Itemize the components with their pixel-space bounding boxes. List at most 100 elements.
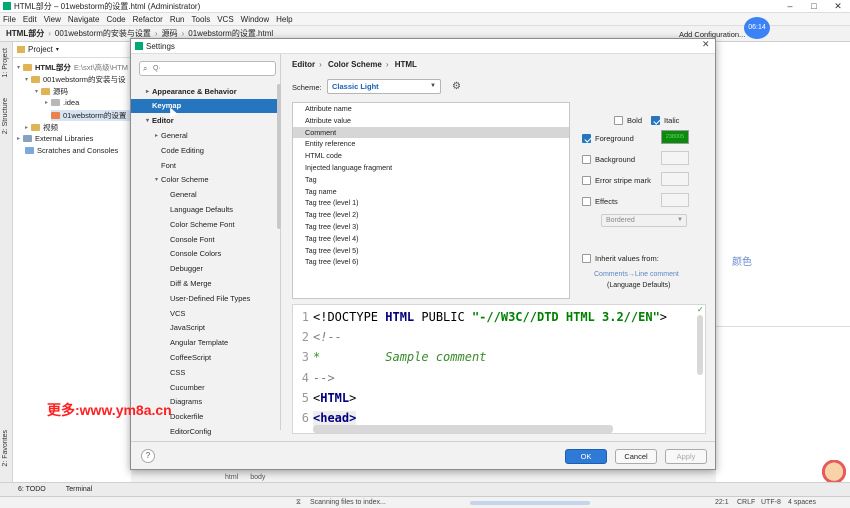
settings-nav-item[interactable]: General xyxy=(131,188,277,202)
chevron-right-icon[interactable]: ▸ xyxy=(143,88,152,95)
scheme-select[interactable]: Classic Light ▼ xyxy=(327,79,441,94)
inherit-link[interactable]: Comments→Line comment xyxy=(594,271,679,278)
foreground-color-swatch[interactable]: 238005 xyxy=(661,130,689,144)
menu-navigate[interactable]: Navigate xyxy=(68,15,100,24)
settings-nav-item[interactable]: Console Font xyxy=(131,232,277,246)
menu-edit[interactable]: Edit xyxy=(23,15,37,24)
editor-crumb-body[interactable]: body xyxy=(250,474,265,481)
settings-nav-item[interactable]: Language Defaults xyxy=(131,202,277,216)
menu-file[interactable]: File xyxy=(3,15,16,24)
menu-run[interactable]: Run xyxy=(170,15,185,24)
attribute-row[interactable]: Tag tree (level 3) xyxy=(293,221,569,233)
sidebar-scrollbar[interactable] xyxy=(277,84,281,229)
menu-tools[interactable]: Tools xyxy=(192,15,211,24)
tree-item-folder[interactable]: ▾ 001webstorm的安装与设 xyxy=(25,74,126,85)
attribute-row[interactable]: Tag tree (level 5) xyxy=(293,245,569,257)
tree-item-file[interactable]: 01webstorm的设置 xyxy=(51,110,131,121)
attribute-row[interactable]: Attribute name xyxy=(293,103,569,115)
italic-checkbox[interactable] xyxy=(651,116,660,125)
settings-nav-item[interactable]: CoffeeScript xyxy=(131,350,277,364)
attribute-row[interactable]: Tag tree (level 1) xyxy=(293,197,569,209)
project-panel-header[interactable]: Project ▾ xyxy=(13,42,131,58)
inherit-checkbox[interactable] xyxy=(582,254,591,263)
settings-nav-item[interactable]: Debugger xyxy=(131,262,277,276)
close-icon[interactable]: ✕ xyxy=(702,39,710,50)
chevron-down-icon[interactable]: ▾ xyxy=(56,46,59,53)
status-line-separator[interactable]: CRLF xyxy=(737,499,755,506)
menu-vcs[interactable]: VCS xyxy=(217,15,233,24)
chevron-right-icon[interactable]: ▸ xyxy=(152,132,161,139)
settings-nav-item[interactable]: Console Colors xyxy=(131,247,277,261)
maximize-icon[interactable]: □ xyxy=(802,0,826,13)
tree-item-libraries[interactable]: ▸ External Libraries xyxy=(17,134,93,143)
tree-item-video[interactable]: ▸ 视频 xyxy=(25,122,58,133)
attribute-row[interactable]: HTML code xyxy=(293,150,569,162)
settings-nav-item[interactable]: JavaScript xyxy=(131,321,277,335)
terminal-tab[interactable]: Terminal xyxy=(66,486,92,493)
project-tool-tab[interactable]: 1: Project xyxy=(2,48,9,78)
preview-horizontal-scrollbar[interactable] xyxy=(313,425,613,433)
settings-nav-item[interactable]: Angular Template xyxy=(131,336,277,350)
effect-type-select[interactable]: Bordered ▼ xyxy=(601,214,687,227)
settings-nav-item[interactable]: Code Editing xyxy=(131,143,277,157)
minimize-icon[interactable]: – xyxy=(778,0,802,13)
close-icon[interactable]: ✕ xyxy=(826,0,850,13)
status-indent[interactable]: 4 spaces xyxy=(788,499,816,506)
apply-button[interactable]: Apply xyxy=(665,449,707,464)
editor-crumb-html[interactable]: html xyxy=(225,474,238,481)
cancel-button[interactable]: Cancel xyxy=(615,449,657,464)
error-stripe-color-swatch[interactable] xyxy=(661,172,689,186)
settings-nav-item[interactable]: ▸ Appearance & Behavior xyxy=(131,84,277,98)
settings-nav-item[interactable]: Diff & Merge xyxy=(131,276,277,290)
settings-nav-item[interactable]: CSS xyxy=(131,365,277,379)
nav-crumb-project[interactable]: HTML部分 xyxy=(6,28,44,39)
menu-refactor[interactable]: Refactor xyxy=(133,15,163,24)
status-encoding[interactable]: UTF-8 xyxy=(761,499,781,506)
attribute-row[interactable]: Entity reference xyxy=(293,138,569,150)
tree-item-source[interactable]: ▾ 源码 xyxy=(35,86,68,97)
settings-nav-item[interactable]: ▾ Color Scheme xyxy=(131,173,277,187)
tree-item-root[interactable]: ▾ HTML部分 E:\sxt\高级\HTM xyxy=(17,62,128,73)
tree-item-idea[interactable]: ▸ .idea xyxy=(45,98,79,107)
tree-item-scratches[interactable]: Scratches and Consoles xyxy=(25,146,118,155)
structure-tool-tab[interactable]: 2: Structure xyxy=(2,98,9,134)
attribute-row[interactable]: Tag tree (level 4) xyxy=(293,233,569,245)
bold-checkbox[interactable] xyxy=(614,116,623,125)
todo-tab[interactable]: 6: TODO xyxy=(18,486,46,493)
chevron-down-icon[interactable]: ▾ xyxy=(152,176,161,183)
chevron-down-icon[interactable]: ▾ xyxy=(143,117,152,124)
background-checkbox[interactable] xyxy=(582,155,591,164)
menu-view[interactable]: View xyxy=(44,15,61,24)
settings-nav-item[interactable]: ▸ General xyxy=(131,128,277,142)
settings-nav-item[interactable]: Font xyxy=(131,158,277,172)
attribute-row[interactable]: Injected language fragment xyxy=(293,162,569,174)
error-stripe-checkbox[interactable] xyxy=(582,176,591,185)
effects-checkbox[interactable] xyxy=(582,197,591,206)
attribute-row[interactable]: Tag name xyxy=(293,186,569,198)
settings-nav-item[interactable]: Keymap xyxy=(131,98,277,113)
attribute-row[interactable]: Attribute value xyxy=(293,115,569,127)
preview-vertical-scrollbar[interactable] xyxy=(697,315,703,375)
settings-nav-item[interactable]: User-Defined File Types xyxy=(131,291,277,305)
attribute-row[interactable]: Tag xyxy=(293,174,569,186)
attribute-row[interactable]: Tag tree (level 2) xyxy=(293,209,569,221)
foreground-checkbox[interactable] xyxy=(582,134,591,143)
settings-search-input[interactable] xyxy=(153,63,273,74)
attribute-row[interactable]: Tag tree (level 6) xyxy=(293,256,569,268)
attribute-row[interactable]: Comment xyxy=(293,126,569,139)
settings-nav-item[interactable]: VCS xyxy=(131,306,277,320)
ok-button[interactable]: OK xyxy=(565,449,607,464)
code-preview[interactable]: ✓ 1 <!DOCTYPE HTML PUBLIC "-//W3C//DTD HT… xyxy=(292,304,706,434)
settings-search-box[interactable]: ⌕ xyxy=(139,61,276,76)
settings-nav-item[interactable]: Cucumber xyxy=(131,380,277,394)
help-button[interactable]: ? xyxy=(141,449,155,463)
gear-icon[interactable]: ⚙ xyxy=(452,81,461,92)
effects-color-swatch[interactable] xyxy=(661,193,689,207)
settings-nav-item[interactable]: Color Scheme Font xyxy=(131,217,277,231)
background-color-swatch[interactable] xyxy=(661,151,689,165)
menu-window[interactable]: Window xyxy=(241,15,269,24)
settings-nav-item[interactable]: ▾ Editor xyxy=(131,114,277,128)
menu-help[interactable]: Help xyxy=(276,15,292,24)
settings-nav-item[interactable]: EditorConfig xyxy=(131,424,277,438)
status-position[interactable]: 22:1 xyxy=(715,499,729,506)
